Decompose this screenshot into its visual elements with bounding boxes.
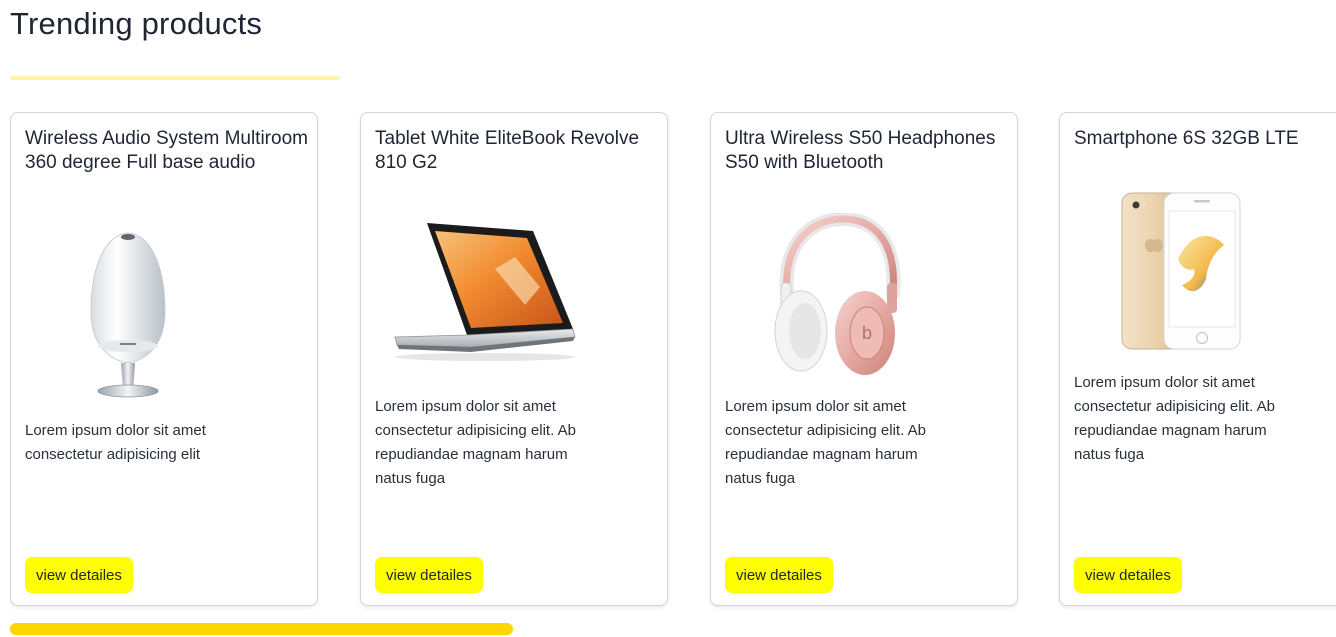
view-details-button[interactable]: view detailes	[375, 557, 483, 593]
product-card: Smartphone 6S 32GB LTE Lorem ipsum dolor…	[1059, 112, 1336, 606]
product-card: Ultra Wireless S50 Headphones S50 with B…	[710, 112, 1018, 606]
scrollbar-thumb[interactable]	[10, 623, 513, 635]
speaker-image	[90, 232, 166, 398]
product-description: Lorem ipsum dolor sit amet consectetur a…	[25, 422, 206, 463]
product-title: Ultra Wireless S50 Headphones S50 with B…	[725, 128, 996, 173]
view-details-button[interactable]: view detailes	[725, 557, 833, 593]
product-title: Wireless Audio System Multiroom 360 degr…	[25, 128, 308, 173]
svg-text:b: b	[862, 323, 872, 343]
product-description: Lorem ipsum dolor sit amet consectetur a…	[725, 398, 926, 487]
section-title: Trending products	[10, 6, 263, 41]
product-description: Lorem ipsum dolor sit amet consectetur a…	[375, 398, 576, 487]
view-details-button[interactable]: view detailes	[25, 557, 133, 593]
product-carousel[interactable]: Wireless Audio System Multiroom 360 degr…	[10, 112, 1336, 612]
headphones-image: b	[774, 213, 901, 375]
trending-products-page: Trending products Wireless Audio System …	[0, 0, 1336, 637]
view-details-button[interactable]: view detailes	[1074, 557, 1182, 593]
product-description: Lorem ipsum dolor sit amet consectetur a…	[1074, 374, 1275, 463]
product-card: Wireless Audio System Multiroom 360 degr…	[10, 112, 318, 606]
smartphone-image	[1121, 192, 1241, 350]
laptop-image	[394, 223, 576, 361]
product-title: Smartphone 6S 32GB LTE	[1074, 128, 1299, 149]
title-underline	[10, 76, 340, 80]
product-card: Tablet White EliteBook Revolve 810 G2 Lo…	[360, 112, 668, 606]
product-title: Tablet White EliteBook Revolve 810 G2	[375, 128, 640, 173]
carousel-scrollbar[interactable]	[10, 623, 1336, 635]
